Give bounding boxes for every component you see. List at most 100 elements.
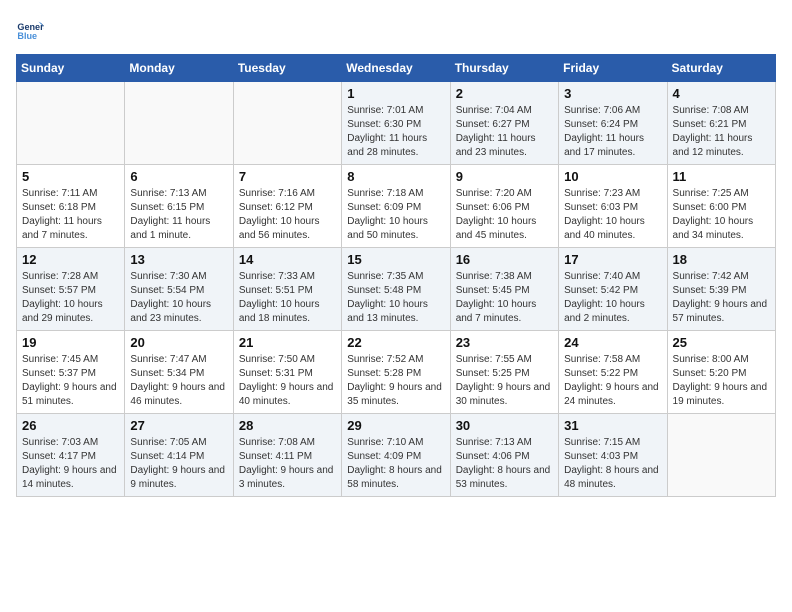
calendar-week-1: 1 Sunrise: 7:01 AMSunset: 6:30 PMDaylight…: [17, 82, 776, 165]
day-number: 3: [564, 86, 661, 101]
day-number: 30: [456, 418, 553, 433]
calendar-cell: 20 Sunrise: 7:47 AMSunset: 5:34 PMDayligh…: [125, 331, 233, 414]
calendar-week-5: 26 Sunrise: 7:03 AMSunset: 4:17 PMDayligh…: [17, 414, 776, 497]
day-info: Sunrise: 7:47 AMSunset: 5:34 PMDaylight:…: [130, 353, 227, 409]
day-info: Sunrise: 7:50 AMSunset: 5:31 PMDaylight:…: [239, 353, 336, 409]
day-info: Sunrise: 7:38 AMSunset: 5:45 PMDaylight:…: [456, 270, 553, 326]
calendar-header-row: SundayMondayTuesdayWednesdayThursdayFrid…: [17, 55, 776, 82]
day-info: Sunrise: 7:08 AMSunset: 4:11 PMDaylight:…: [239, 436, 336, 492]
calendar-cell: 14 Sunrise: 7:33 AMSunset: 5:51 PMDayligh…: [233, 248, 341, 331]
calendar-cell: [233, 82, 341, 165]
day-number: 25: [673, 335, 770, 350]
calendar-cell: 4 Sunrise: 7:08 AMSunset: 6:21 PMDaylight…: [667, 82, 775, 165]
day-number: 17: [564, 252, 661, 267]
day-info: Sunrise: 7:52 AMSunset: 5:28 PMDaylight:…: [347, 353, 444, 409]
day-number: 6: [130, 169, 227, 184]
day-info: Sunrise: 7:13 AMSunset: 6:15 PMDaylight:…: [130, 187, 227, 243]
calendar-cell: 7 Sunrise: 7:16 AMSunset: 6:12 PMDaylight…: [233, 165, 341, 248]
calendar-cell: 31Sunrise: 7:15 AMSunset: 4:03 PMDayligh…: [559, 414, 667, 497]
calendar-table: SundayMondayTuesdayWednesdayThursdayFrid…: [16, 54, 776, 497]
day-number: 28: [239, 418, 336, 433]
calendar-cell: 11Sunrise: 7:25 AMSunset: 6:00 PMDayligh…: [667, 165, 775, 248]
day-info: Sunrise: 7:58 AMSunset: 5:22 PMDaylight:…: [564, 353, 661, 409]
day-info: Sunrise: 7:03 AMSunset: 4:17 PMDaylight:…: [22, 436, 119, 492]
logo-icon: General Blue: [16, 16, 44, 44]
day-info: Sunrise: 7:16 AMSunset: 6:12 PMDaylight:…: [239, 187, 336, 243]
day-info: Sunrise: 7:15 AMSunset: 4:03 PMDaylight:…: [564, 436, 661, 492]
day-number: 20: [130, 335, 227, 350]
calendar-cell: 25 Sunrise: 8:00 AMSunset: 5:20 PMDayligh…: [667, 331, 775, 414]
day-number: 7: [239, 169, 336, 184]
svg-text:Blue: Blue: [17, 31, 37, 41]
day-info: Sunrise: 7:35 AMSunset: 5:48 PMDaylight:…: [347, 270, 444, 326]
day-info: Sunrise: 7:40 AMSunset: 5:42 PMDaylight:…: [564, 270, 661, 326]
day-number: 1: [347, 86, 444, 101]
calendar-week-2: 5 Sunrise: 7:11 AMSunset: 6:18 PMDaylight…: [17, 165, 776, 248]
day-number: 14: [239, 252, 336, 267]
calendar-cell: 29 Sunrise: 7:10 AMSunset: 4:09 PMDayligh…: [342, 414, 450, 497]
day-info: Sunrise: 7:45 AMSunset: 5:37 PMDaylight:…: [22, 353, 119, 409]
calendar-cell: [667, 414, 775, 497]
calendar-cell: 27 Sunrise: 7:05 AMSunset: 4:14 PMDayligh…: [125, 414, 233, 497]
day-number: 19: [22, 335, 119, 350]
calendar-cell: 3Sunrise: 7:06 AMSunset: 6:24 PMDaylight…: [559, 82, 667, 165]
day-info: Sunrise: 7:42 AMSunset: 5:39 PMDaylight:…: [673, 270, 770, 326]
header-saturday: Saturday: [667, 55, 775, 82]
day-number: 16: [456, 252, 553, 267]
day-number: 5: [22, 169, 119, 184]
day-number: 23: [456, 335, 553, 350]
calendar-cell: 8 Sunrise: 7:18 AMSunset: 6:09 PMDaylight…: [342, 165, 450, 248]
header-thursday: Thursday: [450, 55, 558, 82]
day-info: Sunrise: 7:08 AMSunset: 6:21 PMDaylight:…: [673, 104, 770, 160]
day-number: 21: [239, 335, 336, 350]
calendar-cell: 21 Sunrise: 7:50 AMSunset: 5:31 PMDayligh…: [233, 331, 341, 414]
header-wednesday: Wednesday: [342, 55, 450, 82]
day-number: 15: [347, 252, 444, 267]
calendar-cell: 16 Sunrise: 7:38 AMSunset: 5:45 PMDayligh…: [450, 248, 558, 331]
day-info: Sunrise: 7:25 AMSunset: 6:00 PMDaylight:…: [673, 187, 770, 243]
logo: General Blue: [16, 16, 48, 44]
day-number: 9: [456, 169, 553, 184]
header-friday: Friday: [559, 55, 667, 82]
calendar-cell: [17, 82, 125, 165]
day-number: 26: [22, 418, 119, 433]
calendar-week-3: 12 Sunrise: 7:28 AMSunset: 5:57 PMDayligh…: [17, 248, 776, 331]
day-info: Sunrise: 7:30 AMSunset: 5:54 PMDaylight:…: [130, 270, 227, 326]
calendar-cell: 6 Sunrise: 7:13 AMSunset: 6:15 PMDaylight…: [125, 165, 233, 248]
header-tuesday: Tuesday: [233, 55, 341, 82]
day-info: Sunrise: 7:10 AMSunset: 4:09 PMDaylight:…: [347, 436, 444, 492]
day-number: 4: [673, 86, 770, 101]
calendar-cell: 23Sunrise: 7:55 AMSunset: 5:25 PMDayligh…: [450, 331, 558, 414]
calendar-cell: 24Sunrise: 7:58 AMSunset: 5:22 PMDayligh…: [559, 331, 667, 414]
day-info: Sunrise: 7:33 AMSunset: 5:51 PMDaylight:…: [239, 270, 336, 326]
header-monday: Monday: [125, 55, 233, 82]
calendar-cell: 1 Sunrise: 7:01 AMSunset: 6:30 PMDaylight…: [342, 82, 450, 165]
calendar-cell: 15 Sunrise: 7:35 AMSunset: 5:48 PMDayligh…: [342, 248, 450, 331]
day-info: Sunrise: 7:28 AMSunset: 5:57 PMDaylight:…: [22, 270, 119, 326]
day-info: Sunrise: 7:23 AMSunset: 6:03 PMDaylight:…: [564, 187, 661, 243]
day-number: 18: [673, 252, 770, 267]
day-number: 27: [130, 418, 227, 433]
day-info: Sunrise: 7:05 AMSunset: 4:14 PMDaylight:…: [130, 436, 227, 492]
calendar-cell: [125, 82, 233, 165]
calendar-cell: 26 Sunrise: 7:03 AMSunset: 4:17 PMDayligh…: [17, 414, 125, 497]
page-header: General Blue: [16, 16, 776, 44]
day-info: Sunrise: 7:11 AMSunset: 6:18 PMDaylight:…: [22, 187, 119, 243]
day-number: 29: [347, 418, 444, 433]
calendar-cell: 28 Sunrise: 7:08 AMSunset: 4:11 PMDayligh…: [233, 414, 341, 497]
calendar-cell: 19 Sunrise: 7:45 AMSunset: 5:37 PMDayligh…: [17, 331, 125, 414]
day-info: Sunrise: 7:01 AMSunset: 6:30 PMDaylight:…: [347, 104, 444, 160]
day-info: Sunrise: 7:13 AMSunset: 4:06 PMDaylight:…: [456, 436, 553, 492]
calendar-cell: 9Sunrise: 7:20 AMSunset: 6:06 PMDaylight…: [450, 165, 558, 248]
calendar-cell: 10 Sunrise: 7:23 AMSunset: 6:03 PMDayligh…: [559, 165, 667, 248]
day-number: 8: [347, 169, 444, 184]
calendar-cell: 17 Sunrise: 7:40 AMSunset: 5:42 PMDayligh…: [559, 248, 667, 331]
day-info: Sunrise: 7:04 AMSunset: 6:27 PMDaylight:…: [456, 104, 553, 160]
day-info: Sunrise: 8:00 AMSunset: 5:20 PMDaylight:…: [673, 353, 770, 409]
calendar-cell: 12 Sunrise: 7:28 AMSunset: 5:57 PMDayligh…: [17, 248, 125, 331]
day-info: Sunrise: 7:18 AMSunset: 6:09 PMDaylight:…: [347, 187, 444, 243]
day-number: 12: [22, 252, 119, 267]
calendar-cell: 13Sunrise: 7:30 AMSunset: 5:54 PMDayligh…: [125, 248, 233, 331]
calendar-week-4: 19 Sunrise: 7:45 AMSunset: 5:37 PMDayligh…: [17, 331, 776, 414]
day-number: 10: [564, 169, 661, 184]
